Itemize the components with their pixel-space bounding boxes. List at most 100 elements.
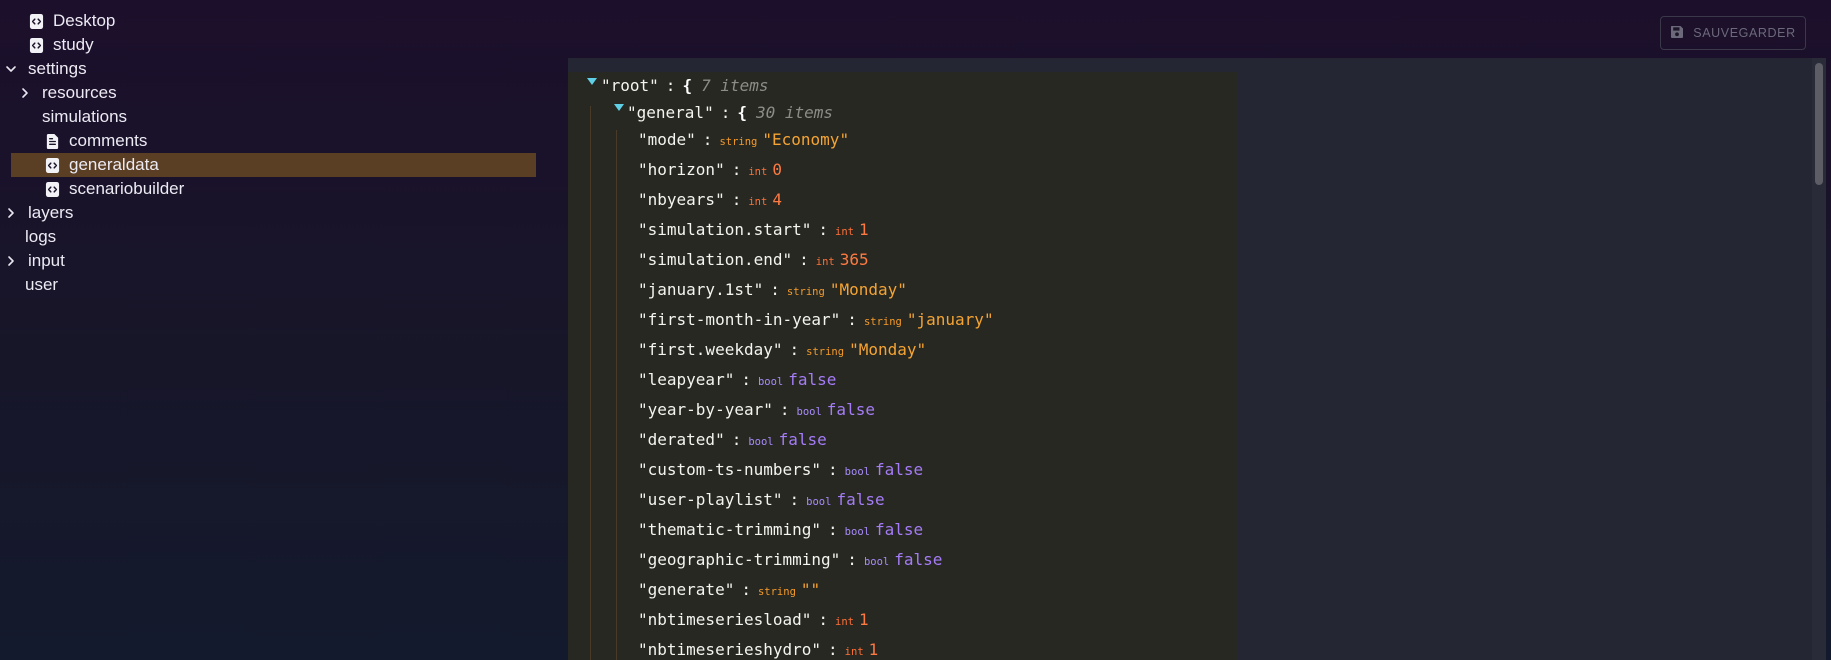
json-colon: : — [847, 550, 857, 569]
json-key[interactable]: "general" — [627, 103, 714, 122]
json-value[interactable]: false — [779, 430, 827, 449]
tree-item-label: study — [53, 35, 94, 54]
json-entry: "simulation.start": int 1 — [638, 220, 869, 244]
file-code-icon — [29, 37, 44, 54]
tree-item-desktop[interactable]: Desktop — [29, 9, 115, 33]
json-type-label: bool — [757, 376, 784, 388]
tree-item-layers[interactable]: layers — [4, 201, 73, 225]
json-type-label: int — [835, 616, 854, 628]
collapse-toggle-icon[interactable] — [586, 77, 598, 87]
chevron-down-icon[interactable] — [4, 62, 18, 76]
file-code-icon — [29, 13, 44, 30]
chevron-right-icon[interactable] — [4, 254, 18, 268]
json-value[interactable]: 1 — [859, 610, 869, 629]
json-key[interactable]: "first.weekday" — [638, 340, 783, 359]
tree-item-label: generaldata — [69, 155, 159, 174]
json-value[interactable]: false — [875, 460, 923, 479]
json-key[interactable]: "generate" — [638, 580, 734, 599]
json-key[interactable]: "simulation.start" — [638, 220, 811, 239]
json-colon: : — [702, 130, 713, 149]
json-colon: : — [799, 250, 809, 269]
json-key[interactable]: "january.1st" — [638, 280, 763, 299]
json-value[interactable]: false — [827, 400, 875, 419]
json-key[interactable]: "first-month-in-year" — [638, 310, 840, 329]
tree-item-input[interactable]: input — [4, 249, 65, 273]
json-colon: : — [828, 520, 838, 539]
tree-item-simulations[interactable]: simulations — [42, 105, 127, 129]
json-entry: "year-by-year": bool false — [638, 400, 875, 424]
tree-item-settings[interactable]: settings — [4, 57, 87, 81]
tree-item-label: comments — [69, 131, 148, 150]
save-button-label: SAUVEGARDER — [1693, 26, 1796, 40]
json-entry: "january.1st": string "Monday" — [638, 280, 907, 304]
json-colon: : — [828, 640, 838, 659]
json-type-label: bool — [806, 496, 832, 508]
json-value[interactable]: 365 — [840, 250, 869, 269]
tree-item-resources[interactable]: resources — [18, 81, 117, 105]
json-viewer-panel: "root" : { 7 items "general" : { 30 item… — [568, 58, 1826, 660]
json-value[interactable]: "Monday" — [830, 280, 907, 299]
json-key[interactable]: "mode" — [638, 130, 696, 149]
tree-item-label: logs — [25, 227, 57, 246]
file-code-icon — [45, 157, 60, 174]
json-key[interactable]: "year-by-year" — [638, 400, 773, 419]
json-value[interactable]: 1 — [859, 220, 869, 239]
json-general-line: "general" : { 30 items — [627, 103, 833, 127]
scrollbar-thumb[interactable] — [1815, 63, 1823, 185]
save-button[interactable]: SAUVEGARDER — [1660, 16, 1806, 50]
tree-item-label: input — [28, 251, 65, 270]
json-value[interactable]: false — [875, 520, 923, 539]
json-value[interactable]: false — [836, 490, 884, 509]
file-tree: Desktop study settings resources simulat… — [0, 0, 540, 660]
json-value[interactable]: "Economy" — [762, 130, 849, 149]
json-key[interactable]: "geographic-trimming" — [638, 550, 840, 569]
tree-item-user[interactable]: user — [25, 273, 58, 297]
json-entry: "geographic-trimming": bool false — [638, 550, 942, 574]
file-text-icon — [45, 133, 60, 150]
json-entry: "nbyears": int 4 — [638, 190, 782, 214]
json-colon: : — [818, 220, 829, 239]
tree-item-label: settings — [28, 59, 87, 78]
json-entry: "derated": bool false — [638, 430, 827, 454]
json-key[interactable]: "nbyears" — [638, 190, 725, 209]
json-value[interactable]: "january" — [907, 310, 994, 329]
json-entry: "horizon": int 0 — [638, 160, 782, 184]
json-key[interactable]: "leapyear" — [638, 370, 734, 389]
tree-item-study[interactable]: study — [29, 33, 94, 57]
json-value[interactable]: 4 — [772, 190, 782, 209]
json-value[interactable]: "" — [801, 580, 820, 599]
chevron-right-icon[interactable] — [4, 206, 18, 220]
json-key[interactable]: "simulation.end" — [638, 250, 792, 269]
json-type-label: bool — [863, 556, 890, 568]
json-colon: : — [789, 490, 800, 509]
json-colon: : — [720, 103, 731, 122]
json-entry: "generate": string "" — [638, 580, 820, 604]
json-value[interactable]: false — [788, 370, 836, 389]
scrollbar[interactable] — [1812, 58, 1826, 660]
json-colon: : — [770, 280, 780, 299]
json-key[interactable]: "nbtimeseriesload" — [638, 610, 811, 629]
collapse-toggle-icon[interactable] — [613, 103, 625, 113]
json-value[interactable]: 1 — [869, 640, 879, 659]
json-value[interactable]: "Monday" — [849, 340, 926, 359]
json-key[interactable]: "root" — [601, 76, 659, 95]
json-entry: "thematic-trimming": bool false — [638, 520, 923, 544]
json-type-label: bool — [844, 526, 870, 538]
json-key[interactable]: "derated" — [638, 430, 725, 449]
json-key[interactable]: "thematic-trimming" — [638, 520, 821, 539]
indent-guide — [616, 130, 617, 660]
tree-item-scenariobuilder[interactable]: scenariobuilder — [45, 177, 184, 201]
json-brace: { — [682, 76, 693, 95]
json-key[interactable]: "horizon" — [638, 160, 725, 179]
json-value[interactable]: 0 — [772, 160, 782, 179]
tree-item-logs[interactable]: logs — [25, 225, 56, 249]
tree-item-comments[interactable]: comments — [45, 129, 147, 153]
tree-item-label: resources — [42, 83, 117, 102]
json-entry: "nbtimeseriesload": int 1 — [638, 610, 869, 634]
json-key[interactable]: "user-playlist" — [638, 490, 783, 509]
tree-item-generaldata[interactable]: generaldata — [11, 153, 536, 177]
chevron-right-icon[interactable] — [18, 86, 32, 100]
json-key[interactable]: "nbtimeserieshydro" — [638, 640, 821, 659]
json-value[interactable]: false — [894, 550, 942, 569]
json-key[interactable]: "custom-ts-numbers" — [638, 460, 821, 479]
